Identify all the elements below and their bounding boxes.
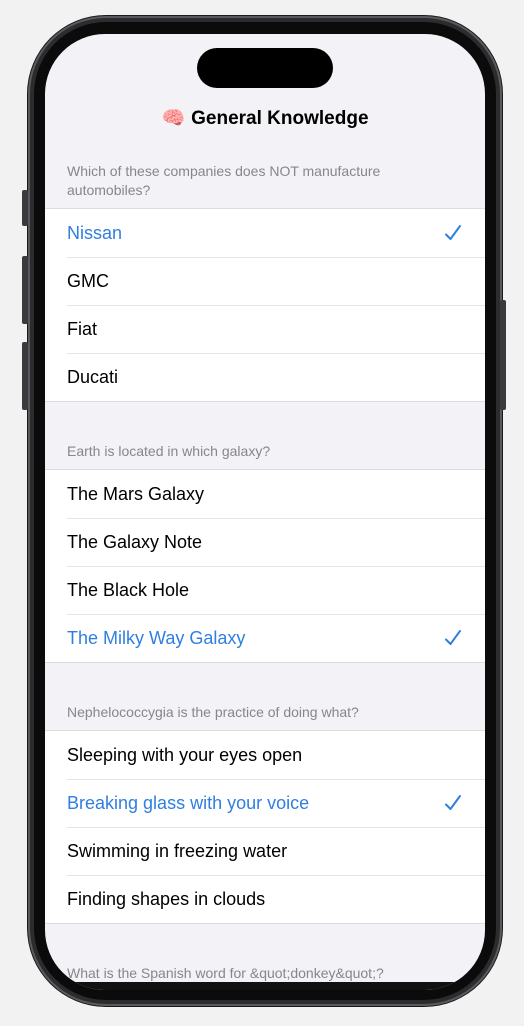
answer-option-label: Swimming in freezing water — [67, 840, 288, 861]
question-prompt: Nephelococcygia is the practice of doing… — [67, 704, 359, 720]
answer-option-label: Nissan — [67, 222, 123, 243]
answer-option-label: Fiat — [67, 318, 98, 339]
brain-emoji-icon: 🧠 — [161, 108, 186, 129]
answer-option[interactable]: The Mars Galaxy — [45, 470, 485, 518]
dynamic-island — [197, 48, 333, 88]
page-title: 🧠 General Knowledge — [45, 106, 485, 130]
action-button — [22, 190, 28, 226]
checkmark-icon — [443, 793, 463, 813]
answer-option[interactable]: The Milky Way Galaxy — [45, 614, 485, 662]
answer-option-label: GMC — [67, 270, 109, 291]
question-prompt: Earth is located in which galaxy? — [67, 443, 271, 459]
volume-up-button — [22, 256, 28, 324]
answer-option[interactable]: Finding shapes in clouds — [45, 875, 485, 923]
checkmark-icon — [443, 223, 463, 243]
power-button — [500, 300, 506, 410]
answer-option-label: The Milky Way Galaxy — [67, 627, 246, 648]
screen: 🧠 General Knowledge Which of these compan… — [45, 34, 485, 990]
answer-option[interactable]: GMC — [45, 257, 485, 305]
quiz-list[interactable]: Which of these companies does NOT manufa… — [45, 158, 485, 990]
answer-option-label: Breaking glass with your voice — [67, 792, 310, 813]
answer-option[interactable]: Ducati — [45, 353, 485, 401]
answer-option-label: Ducati — [67, 366, 119, 387]
answer-option[interactable]: Fiat — [45, 305, 485, 353]
answer-option[interactable]: Nissan — [45, 209, 485, 257]
screen-bottom-edge — [45, 982, 485, 990]
checkmark-icon — [443, 628, 463, 648]
answer-option[interactable]: Sleeping with your eyes open — [45, 731, 485, 779]
answer-option[interactable]: The Black Hole — [45, 566, 485, 614]
answer-option-label: Sleeping with your eyes open — [67, 744, 303, 765]
answer-option-label: Finding shapes in clouds — [67, 888, 266, 909]
answer-group: The Mars Galaxy The Galaxy Note The Black … — [45, 469, 485, 663]
question-prompt: Which of these companies does NOT manufa… — [67, 163, 381, 198]
answer-option-label: The Galaxy Note — [67, 531, 203, 552]
answer-option[interactable]: Swimming in freezing water — [45, 827, 485, 875]
answer-option[interactable]: Breaking glass with your voice — [45, 779, 485, 827]
answer-option[interactable]: The Galaxy Note — [45, 518, 485, 566]
answer-group: Nissan GMC Fiat Ducati — [45, 208, 485, 402]
answer-option-label: The Mars Galaxy — [67, 483, 205, 504]
volume-down-button — [22, 342, 28, 410]
answer-group: Sleeping with your eyes open Breaking gla… — [45, 730, 485, 924]
page-title-text: General Knowledge — [191, 108, 369, 129]
answer-option-label: The Black Hole — [67, 579, 190, 600]
